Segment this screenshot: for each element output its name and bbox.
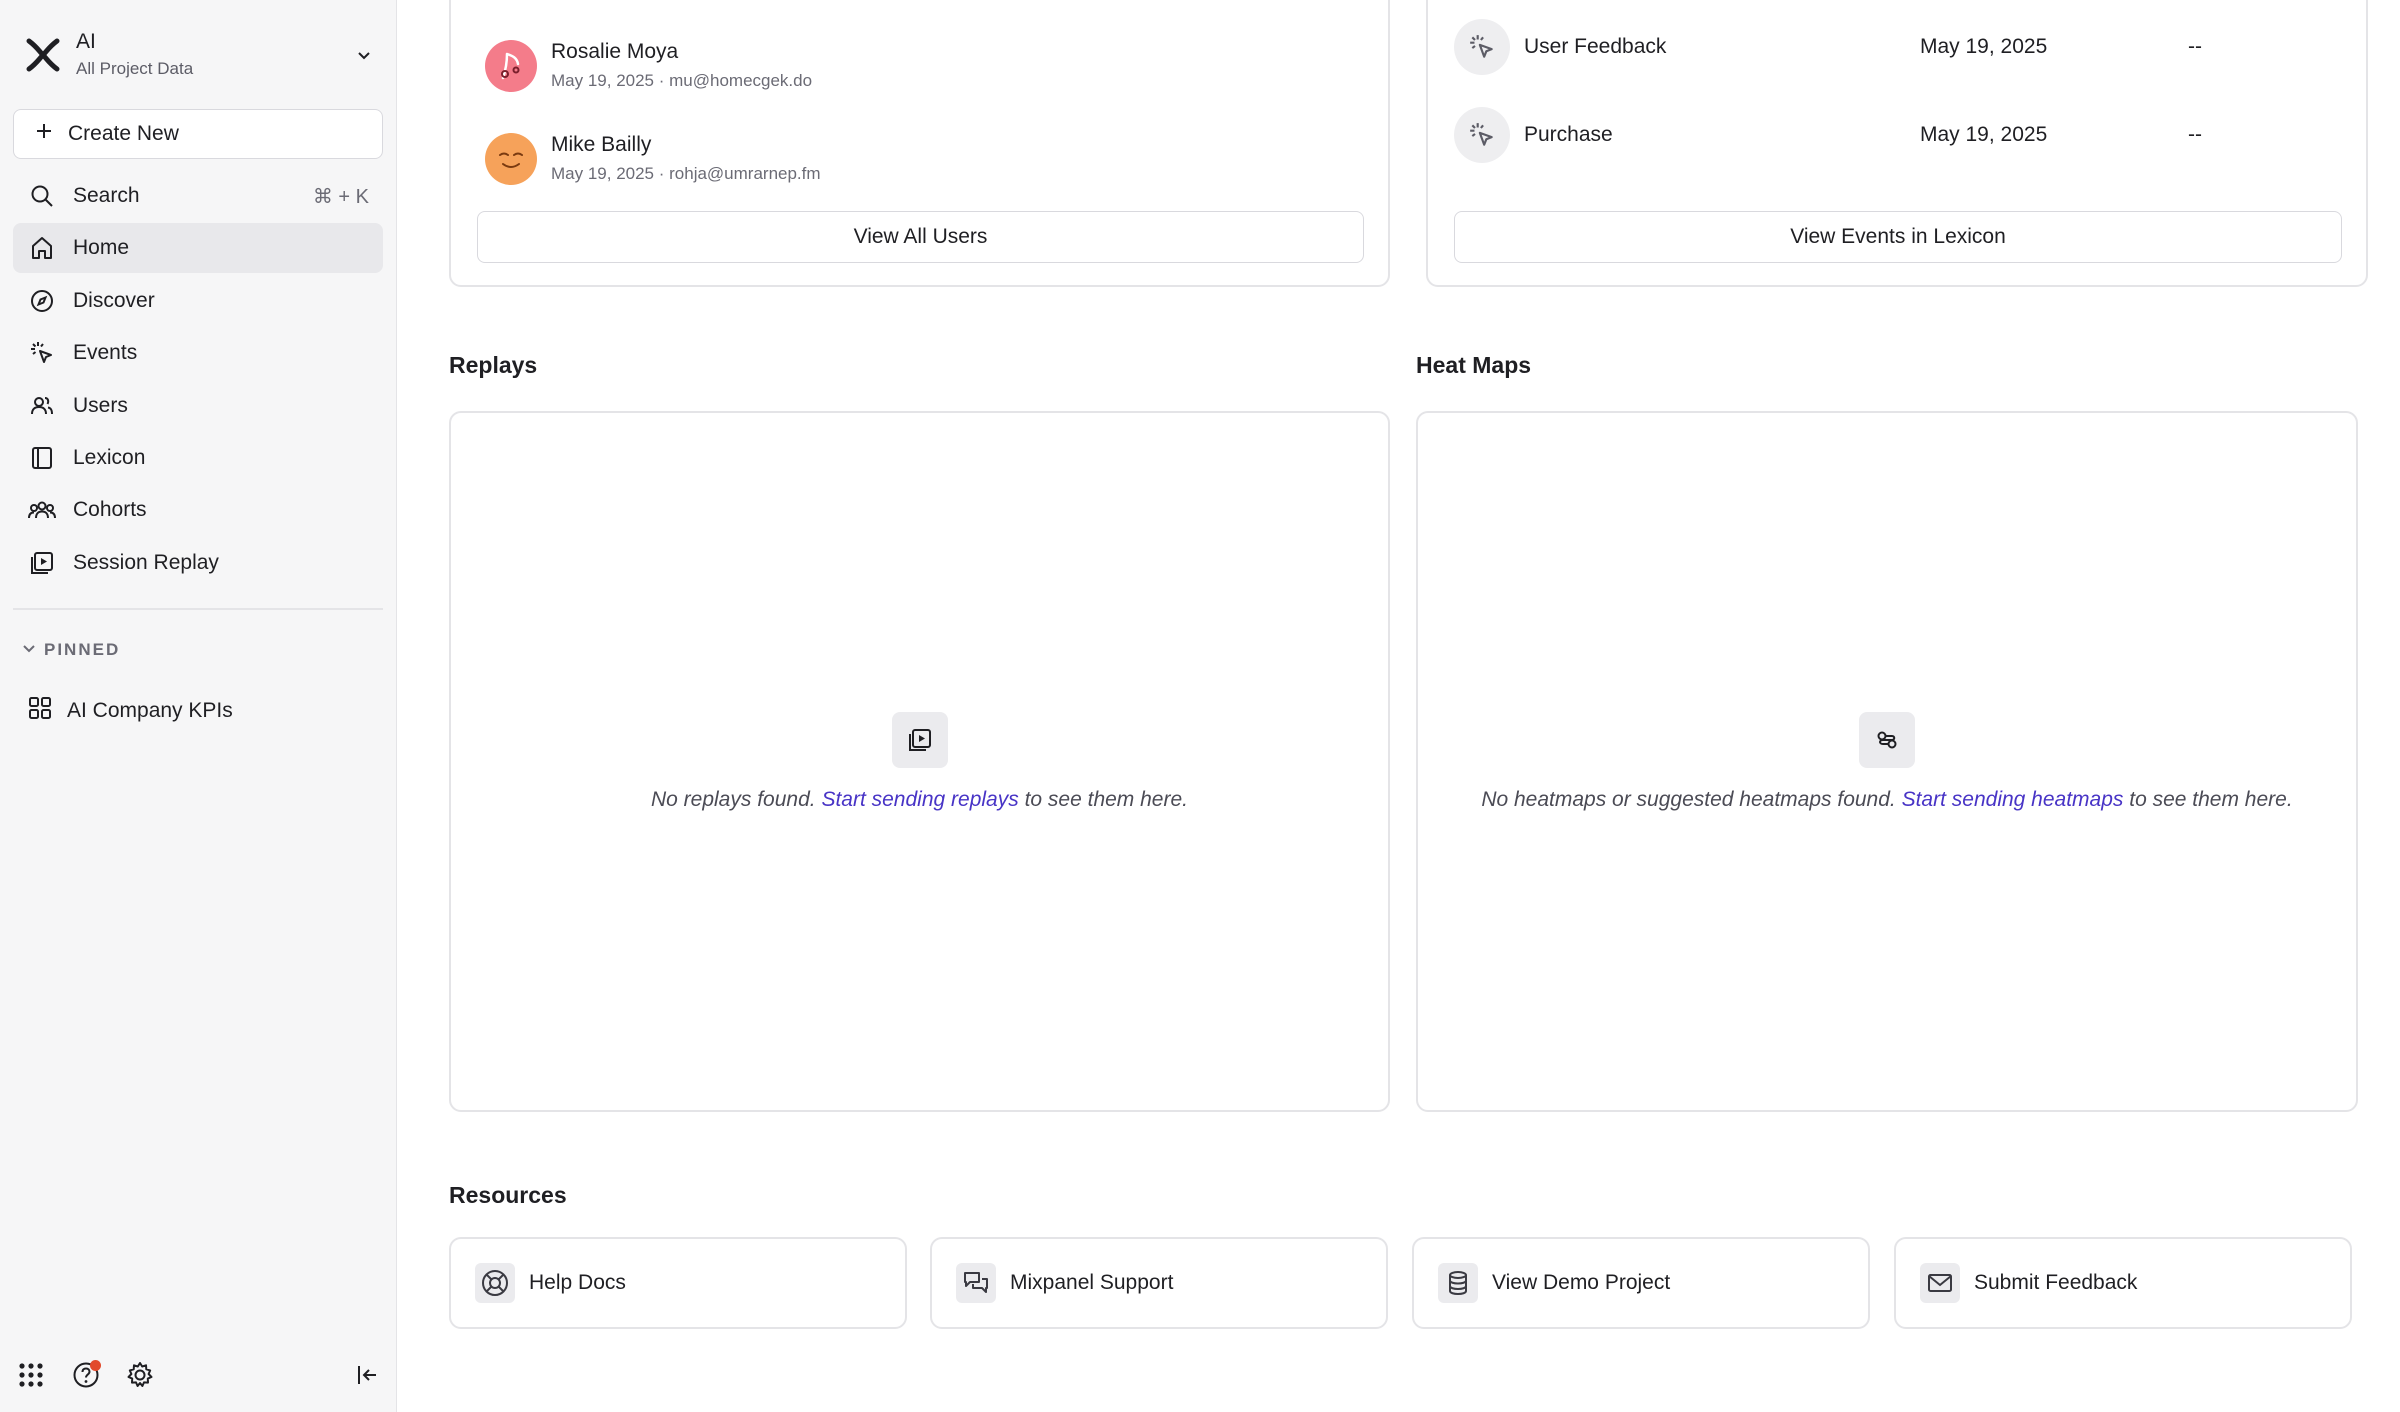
chevron-down-icon — [22, 640, 36, 660]
pinned-item-label: AI Company KPIs — [67, 699, 233, 722]
user-meta: May 19, 2025 · mu@homecgek.do — [551, 71, 813, 90]
sidebar-bottom-bar — [0, 1350, 397, 1400]
heatmaps-title: Heat Maps — [1416, 352, 1532, 378]
sidebar-item-label: Session Replay — [73, 550, 219, 574]
event-date: May 19, 2025 — [1920, 123, 2048, 146]
event-date: May 19, 2025 — [1920, 35, 2048, 58]
sidebar-nav: Search ⌘ + K Home Discover Events Users … — [13, 171, 383, 590]
app-root: AI All Project Data Create New Search ⌘ … — [0, 0, 2400, 1412]
book-icon — [27, 443, 57, 473]
chevron-down-icon — [344, 47, 384, 63]
empty-prefix: No replays found. — [650, 787, 816, 811]
submit-feedback-card[interactable]: Submit Feedback — [1894, 1237, 2352, 1329]
sidebar-item-label: Search — [73, 184, 140, 207]
sidebar-item-users[interactable]: Users — [13, 381, 383, 431]
sidebar-item-search[interactable]: Search ⌘ + K — [13, 171, 383, 221]
collapse-sidebar-icon[interactable] — [350, 1358, 384, 1392]
sidebar-item-discover[interactable]: Discover — [13, 276, 383, 326]
gear-icon[interactable] — [123, 1358, 157, 1392]
mail-icon — [1920, 1263, 1960, 1303]
sidebar-item-cohorts[interactable]: Cohorts — [13, 485, 383, 535]
empty-suffix: to see them here. — [2129, 787, 2293, 811]
resource-label: Mixpanel Support — [1010, 1271, 1174, 1294]
avatar — [485, 40, 537, 92]
empty-suffix: to see them here. — [1024, 787, 1188, 811]
user-name: Mike Bailly — [551, 133, 652, 156]
sidebar-item-label: Discover — [73, 288, 155, 312]
help-icon[interactable] — [69, 1358, 103, 1392]
event-value: -- — [2188, 123, 2202, 146]
sidebar-item-lexicon[interactable]: Lexicon — [13, 433, 383, 483]
replay-icon — [27, 548, 57, 578]
heatmaps-card: No heatmaps or suggested heatmaps found.… — [1416, 411, 2358, 1112]
sidebar-item-events[interactable]: Events — [13, 328, 383, 378]
resource-label: Help Docs — [529, 1271, 626, 1294]
sidebar-item-label: Events — [73, 341, 138, 365]
view-demo-project-card[interactable]: View Demo Project — [1412, 1237, 1870, 1329]
user-name: Rosalie Moya — [551, 40, 679, 63]
project-subtitle: All Project Data — [76, 59, 194, 78]
pinned-section-toggle[interactable]: PINNED — [22, 640, 120, 660]
users-card: Rosalie Moya May 19, 2025 · mu@homecgek.… — [449, 0, 1390, 287]
create-new-button[interactable]: Create New — [13, 109, 383, 159]
replay-icon — [891, 711, 948, 768]
replays-empty-message: No replays found. Start sending replays … — [451, 788, 1388, 812]
event-name: User Feedback — [1524, 35, 1667, 58]
resource-label: View Demo Project — [1492, 1271, 1671, 1294]
sidebar-item-home[interactable]: Home — [13, 223, 383, 274]
pinned-header: PINNED — [44, 640, 121, 659]
resources-title: Resources — [449, 1182, 567, 1208]
sidebar-item-label: Cohorts — [73, 498, 147, 522]
mixpanel-logo-icon — [14, 18, 72, 92]
search-shortcut: ⌘ + K — [312, 185, 369, 208]
sidebar-item-label: Lexicon — [73, 445, 146, 469]
chat-icon — [956, 1263, 996, 1303]
users-icon — [27, 391, 57, 421]
help-docs-card[interactable]: Help Docs — [449, 1237, 907, 1329]
events-card: User Feedback May 19, 2025 -- Purchase M… — [1426, 0, 2368, 287]
compass-icon — [27, 286, 57, 316]
create-new-label: Create New — [68, 122, 179, 145]
avatar — [485, 133, 537, 185]
search-icon — [27, 181, 57, 211]
sidebar-item-label: Users — [73, 393, 128, 417]
lifebuoy-icon — [475, 1263, 515, 1303]
cursor-click-icon — [27, 338, 57, 368]
resource-label: Submit Feedback — [1974, 1271, 2138, 1294]
sidebar-item-session-replay[interactable]: Session Replay — [13, 538, 383, 588]
home-icon — [27, 233, 57, 263]
mixpanel-support-card[interactable]: Mixpanel Support — [930, 1237, 1388, 1329]
sidebar-item-label: Home — [73, 236, 130, 260]
cursor-click-icon — [1454, 107, 1510, 163]
view-events-in-lexicon-button[interactable]: View Events in Lexicon — [1454, 211, 2342, 263]
project-name: AI — [76, 30, 96, 53]
view-all-users-button[interactable]: View All Users — [477, 211, 1364, 263]
event-value: -- — [2188, 35, 2202, 58]
replays-card: No replays found. Start sending replays … — [449, 411, 1390, 1112]
list-item[interactable]: Rosalie Moya May 19, 2025 · mu@homecgek.… — [485, 39, 812, 93]
user-meta: May 19, 2025 · rohja@umrarnep.fm — [551, 164, 821, 183]
heatmap-icon — [1859, 711, 1915, 768]
start-sending-replays-link[interactable]: Start sending replays — [821, 788, 1018, 811]
replays-title: Replays — [449, 352, 538, 378]
sidebar-divider — [13, 608, 383, 610]
pinned-item-ai-company-kpis[interactable]: AI Company KPIs — [13, 686, 383, 736]
project-switcher[interactable]: AI All Project Data — [14, 18, 384, 92]
sidebar: AI All Project Data Create New Search ⌘ … — [0, 0, 397, 1412]
start-sending-heatmaps-link[interactable]: Start sending heatmaps — [1902, 788, 2124, 811]
empty-prefix: No heatmaps or suggested heatmaps found. — [1481, 787, 1896, 811]
event-name: Purchase — [1524, 123, 1613, 146]
plus-icon — [34, 121, 54, 147]
list-item[interactable]: Mike Bailly May 19, 2025 · rohja@umrarne… — [485, 132, 821, 186]
grid-icon — [27, 695, 53, 727]
apps-grid-icon[interactable] — [14, 1358, 48, 1392]
cursor-click-icon — [1454, 19, 1510, 75]
database-icon — [1438, 1263, 1478, 1303]
table-row[interactable]: User Feedback May 19, 2025 -- — [1454, 19, 2314, 75]
notification-dot — [90, 1360, 101, 1371]
cohorts-icon — [27, 495, 57, 525]
heatmaps-empty-message: No heatmaps or suggested heatmaps found.… — [1418, 788, 2356, 812]
table-row[interactable]: Purchase May 19, 2025 -- — [1454, 107, 2314, 163]
